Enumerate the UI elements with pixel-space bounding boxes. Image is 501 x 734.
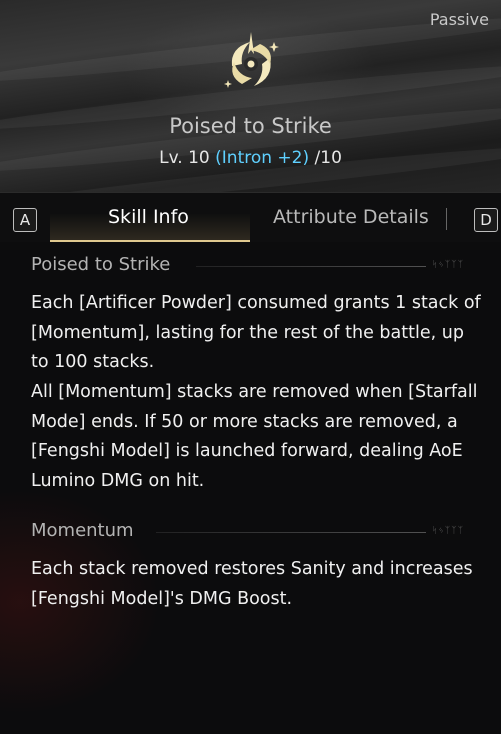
passive-badge: Passive	[429, 10, 489, 29]
section-title: Poised to Strike	[31, 254, 171, 275]
tab-separator	[446, 208, 447, 230]
description-paragraph: Each stack removed restores Sanity and i…	[31, 559, 473, 609]
shuriken-emblem-icon	[224, 32, 279, 88]
tab-skill-info[interactable]: Skill Info	[108, 206, 189, 228]
skill-level: Lv. 10 (Intron +2) /10	[0, 148, 501, 168]
intron-bonus: (Intron +2)	[215, 148, 310, 168]
tab-bar: A Skill Info Attribute Details D	[0, 192, 501, 243]
skill-info-panel: Poised to Strike ᛋᛃᛉᛉᛉ Each [Artificer P…	[0, 242, 501, 734]
description-paragraph: All [Momentum] stacks are removed when […	[31, 382, 478, 491]
level-max: /10	[314, 148, 342, 168]
section-divider	[156, 532, 426, 533]
section-title: Momentum	[31, 520, 134, 541]
level-prefix: Lv. 10	[159, 148, 210, 168]
section-deco-glyphs: ᛋᛃᛉᛉᛉ	[432, 260, 465, 270]
tab-attribute-details[interactable]: Attribute Details	[273, 206, 429, 228]
skill-name: Poised to Strike	[169, 114, 332, 138]
section-divider	[196, 266, 426, 267]
next-tab-key[interactable]: D	[474, 208, 498, 232]
skill-header: Passive Poised to Strike Lv. 10 (Intron …	[0, 0, 501, 192]
section-deco-glyphs: ᛋᛃᛉᛉᛉ	[432, 526, 465, 536]
description-paragraph: Each [Artificer Powder] consumed grants …	[31, 293, 481, 372]
prev-tab-key[interactable]: A	[13, 208, 37, 232]
